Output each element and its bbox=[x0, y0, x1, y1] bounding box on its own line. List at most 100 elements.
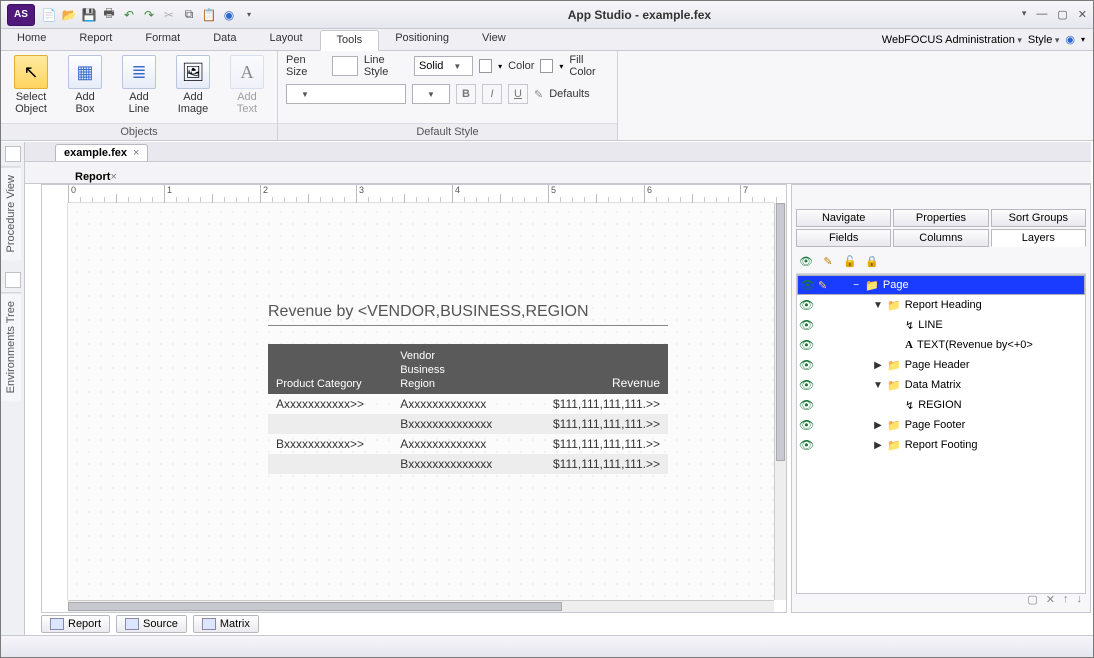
table-row: Bxxxxxxxxxxxxxx$111,111,111,111.>> bbox=[268, 414, 668, 434]
italic-button[interactable]: I bbox=[482, 84, 502, 104]
procview-icon[interactable] bbox=[5, 146, 21, 162]
horizontal-ruler: 01234567 bbox=[68, 185, 774, 203]
color-swatch[interactable] bbox=[479, 59, 492, 73]
rpanel-tab-sort-groups[interactable]: Sort Groups bbox=[991, 209, 1086, 227]
tab-report[interactable]: Report bbox=[63, 29, 129, 50]
tab-view[interactable]: View bbox=[466, 29, 523, 50]
close-tab-icon[interactable]: × bbox=[133, 147, 139, 159]
subtab-report[interactable]: Report× bbox=[75, 171, 117, 183]
add-text-button[interactable]: A AddText bbox=[225, 55, 269, 115]
close-button[interactable]: ✕ bbox=[1078, 8, 1087, 21]
fillcolor-swatch[interactable] bbox=[540, 59, 553, 73]
pencil-icon[interactable]: ✎ bbox=[820, 253, 836, 269]
delete-layer-icon[interactable]: ✕ bbox=[1046, 593, 1055, 606]
help-icon[interactable]: ◉ bbox=[1065, 33, 1075, 46]
view-tab-report[interactable]: Report bbox=[41, 615, 110, 633]
qat-copy-icon[interactable]: ⧉ bbox=[181, 7, 197, 23]
layer-toolstrip: 👁 ✎ 🔓 🔒 bbox=[796, 249, 1086, 274]
pensize-input[interactable] bbox=[332, 56, 358, 76]
vertical-scrollbar[interactable] bbox=[774, 203, 786, 600]
close-subtab-icon[interactable]: × bbox=[110, 171, 116, 183]
style-menu[interactable]: Style bbox=[1028, 34, 1060, 46]
procedure-view-tab[interactable]: Procedure View bbox=[1, 166, 21, 260]
status-bar bbox=[1, 635, 1093, 657]
tree-node[interactable]: 👁↯REGION bbox=[797, 395, 1085, 415]
rpanel-tabs: NavigatePropertiesSort Groups FieldsColum… bbox=[796, 209, 1086, 247]
linestyle-select[interactable]: Solid▼ bbox=[414, 56, 473, 76]
qat-undo-icon[interactable]: ↶ bbox=[121, 7, 137, 23]
group-style-label: Default Style bbox=[278, 123, 617, 140]
col-revenue: Revenue bbox=[521, 344, 668, 394]
tree-node[interactable]: 👁ATEXT(Revenue by<+0> bbox=[797, 335, 1085, 355]
rpanel-tab-layers[interactable]: Layers bbox=[991, 229, 1086, 247]
tree-node[interactable]: 👁▶📁Report Footing bbox=[797, 435, 1085, 455]
fontsize-select[interactable]: ▼ bbox=[412, 84, 450, 104]
rpanel-footer: ▢ ✕ ↑ ↓ bbox=[1027, 593, 1082, 606]
select-object-button[interactable]: ↖ SelectObject bbox=[9, 55, 53, 115]
tree-node[interactable]: 👁✎−📁Page bbox=[797, 275, 1085, 295]
font-select[interactable]: ▼ bbox=[286, 84, 406, 104]
source-view-icon bbox=[125, 618, 139, 630]
eye-icon[interactable]: 👁 bbox=[798, 253, 814, 269]
qat-paste-icon[interactable]: 📋 bbox=[201, 7, 217, 23]
right-panel: NavigatePropertiesSort Groups FieldsColum… bbox=[791, 184, 1091, 613]
tree-node[interactable]: 👁▼📁Report Heading bbox=[797, 295, 1085, 315]
image-icon: 🖼 bbox=[176, 55, 210, 89]
bold-button[interactable]: B bbox=[456, 84, 476, 104]
rpanel-tab-properties[interactable]: Properties bbox=[893, 209, 988, 227]
tree-node[interactable]: 👁▼📁Data Matrix bbox=[797, 375, 1085, 395]
rpanel-tab-fields[interactable]: Fields bbox=[796, 229, 891, 247]
lock-icon[interactable]: 🔒 bbox=[864, 253, 880, 269]
tab-layout[interactable]: Layout bbox=[253, 29, 319, 50]
move-down-icon[interactable]: ↓ bbox=[1077, 593, 1083, 606]
line-icon: ≣ bbox=[122, 55, 156, 89]
tree-node[interactable]: 👁▶📁Page Footer bbox=[797, 415, 1085, 435]
canvas-viewport[interactable]: Revenue by <VENDOR,BUSINESS,REGION Produ… bbox=[68, 203, 774, 600]
defaults-label[interactable]: Defaults bbox=[549, 88, 589, 100]
qat-dropdown-icon[interactable]: ▾ bbox=[241, 7, 257, 23]
table-row: Bxxxxxxxxxxxxxx$111,111,111,111.>> bbox=[268, 454, 668, 474]
unlock-icon[interactable]: 🔓 bbox=[842, 253, 858, 269]
tab-home[interactable]: Home bbox=[1, 29, 63, 50]
qat-print-icon[interactable]: 🖶 bbox=[101, 7, 117, 23]
tab-data[interactable]: Data bbox=[197, 29, 253, 50]
tab-positioning[interactable]: Positioning bbox=[379, 29, 466, 50]
qat-open-icon[interactable]: 📂 bbox=[61, 7, 77, 23]
ribbon: ↖ SelectObject ▦ AddBox ≣ AddLine 🖼 AddI… bbox=[1, 51, 1093, 141]
view-tab-matrix[interactable]: Matrix bbox=[193, 615, 259, 633]
table-row: Bxxxxxxxxxxx>>Axxxxxxxxxxxxx$111,111,111… bbox=[268, 434, 668, 454]
help-dd-icon[interactable]: ▾ bbox=[1022, 8, 1027, 21]
table-row: Axxxxxxxxxxx>>Axxxxxxxxxxxxx$111,111,111… bbox=[268, 394, 668, 414]
qat-run-icon[interactable]: ◉ bbox=[221, 7, 237, 23]
new-layer-icon[interactable]: ▢ bbox=[1027, 593, 1037, 606]
environments-tree-tab[interactable]: Environments Tree bbox=[1, 292, 21, 401]
add-image-button[interactable]: 🖼 AddImage bbox=[171, 55, 215, 115]
tab-format[interactable]: Format bbox=[129, 29, 197, 50]
help-dd-icon2[interactable]: ▾ bbox=[1081, 35, 1085, 44]
design-surface[interactable]: Revenue by <VENDOR,BUSINESS,REGION Produ… bbox=[68, 203, 774, 600]
envtree-icon[interactable] bbox=[5, 272, 21, 288]
move-up-icon[interactable]: ↑ bbox=[1063, 593, 1069, 606]
minimize-button[interactable]: — bbox=[1036, 8, 1047, 21]
tree-node[interactable]: 👁▶📁Page Header bbox=[797, 355, 1085, 375]
horizontal-scrollbar[interactable] bbox=[68, 600, 774, 612]
rpanel-tab-columns[interactable]: Columns bbox=[893, 229, 988, 247]
qat-cut-icon[interactable]: ✂ bbox=[161, 7, 177, 23]
tree-node[interactable]: 👁↯LINE bbox=[797, 315, 1085, 335]
add-line-button[interactable]: ≣ AddLine bbox=[117, 55, 161, 115]
qat-redo-icon[interactable]: ↷ bbox=[141, 7, 157, 23]
design-canvas: 01234567 Revenue by <VENDOR,BUSINESS,REG… bbox=[41, 184, 787, 613]
tab-tools[interactable]: Tools bbox=[320, 30, 380, 51]
qat-save-icon[interactable]: 💾 bbox=[81, 7, 97, 23]
add-box-button[interactable]: ▦ AddBox bbox=[63, 55, 107, 115]
maximize-button[interactable]: ▢ bbox=[1057, 8, 1067, 21]
underline-button[interactable]: U bbox=[508, 84, 528, 104]
defaults-icon: ✎ bbox=[534, 88, 543, 101]
layers-tree[interactable]: 👁✎−📁Page👁▼📁Report Heading👁↯LINE👁ATEXT(Re… bbox=[796, 274, 1086, 594]
view-tab-source[interactable]: Source bbox=[116, 615, 187, 633]
file-tab-example[interactable]: example.fex× bbox=[55, 144, 148, 161]
webfocus-admin-menu[interactable]: WebFOCUS Administration bbox=[882, 34, 1022, 46]
rpanel-tab-navigate[interactable]: Navigate bbox=[796, 209, 891, 227]
text-icon: A bbox=[230, 55, 264, 89]
qat-new-icon[interactable]: 📄 bbox=[41, 7, 57, 23]
